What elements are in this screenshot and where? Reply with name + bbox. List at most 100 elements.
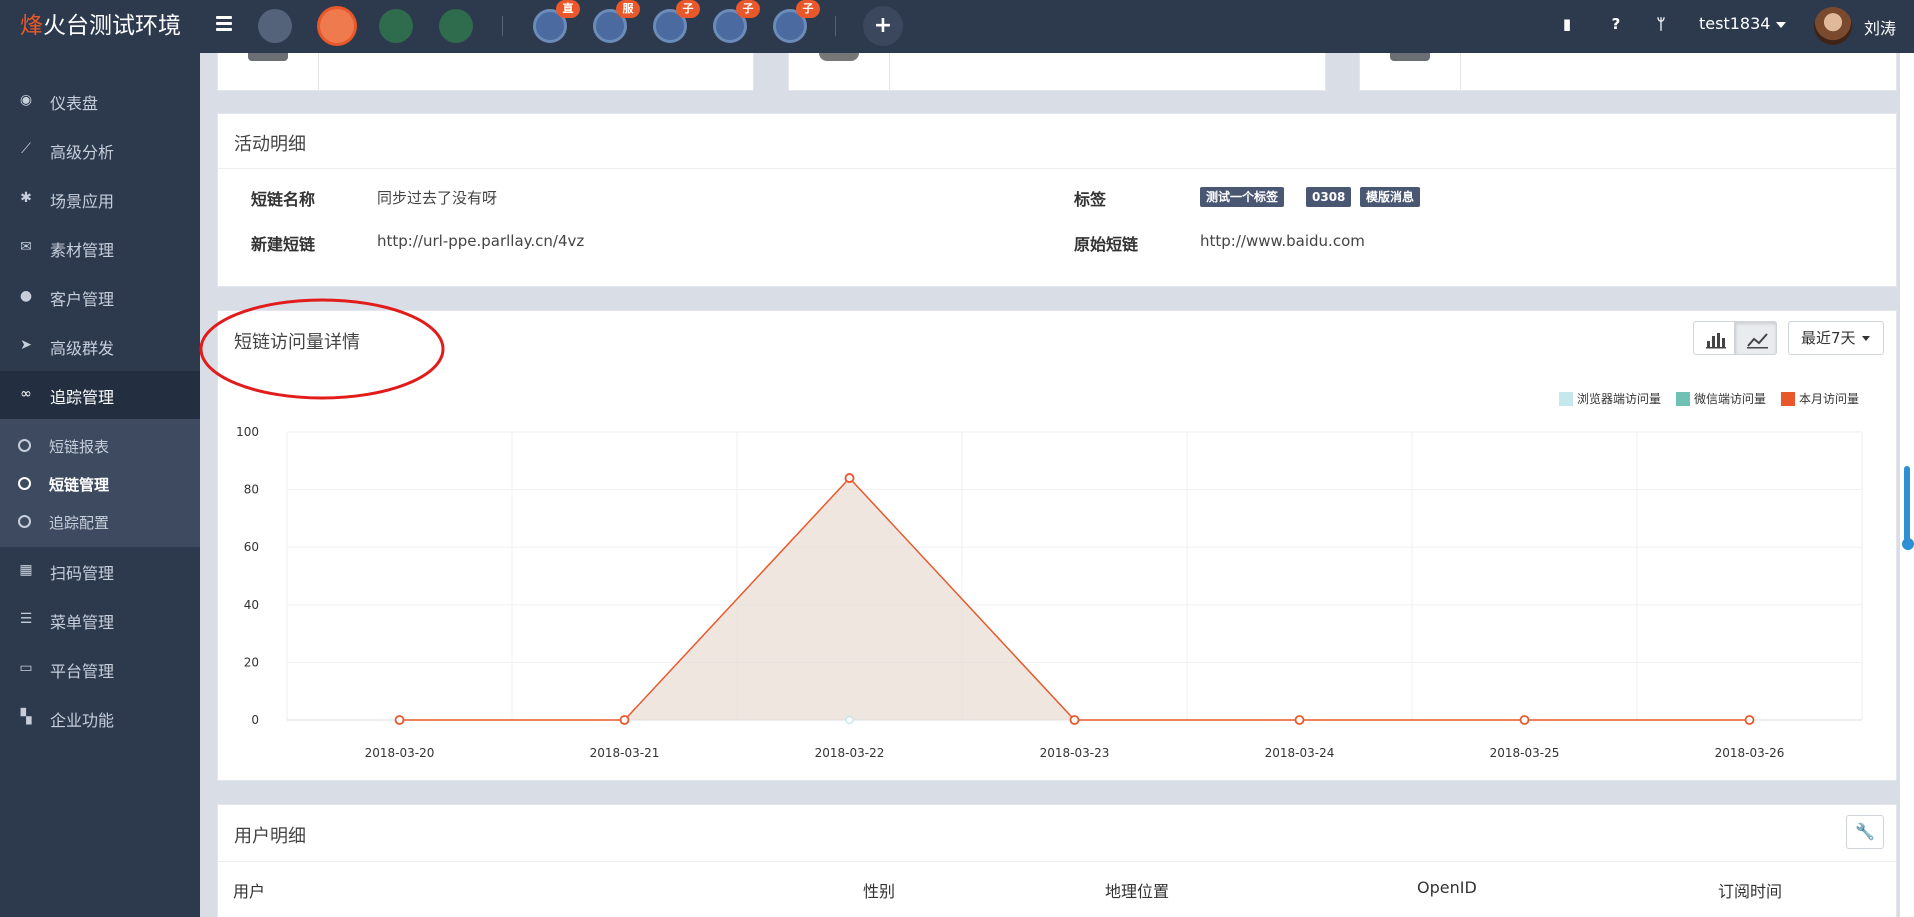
data-point: [844, 473, 855, 483]
users-panel: 用户明细: [217, 804, 1897, 917]
submenu-item-shortlink-manage[interactable]: 短链管理: [0, 465, 200, 503]
y-tick-label: 0: [251, 713, 259, 727]
screen-share-icon[interactable]: [317, 6, 357, 46]
divider: [835, 16, 836, 36]
account-switch-icon[interactable]: 服: [590, 0, 640, 46]
stat-icon: [248, 53, 288, 61]
tag-badge: 测试一个标签: [1200, 187, 1285, 207]
book-icon[interactable]: ▮: [1558, 15, 1576, 35]
x-tick-label: 2018-03-25: [1490, 746, 1560, 760]
user-display-name: 刘涛: [1864, 19, 1897, 38]
line-chart-toggle[interactable]: [1735, 321, 1777, 355]
legend-item[interactable]: 浏览器端访问量: [1559, 390, 1661, 407]
column-header[interactable]: 地理位置: [1105, 878, 1169, 902]
desktop-icon: ▭: [19, 660, 33, 676]
y-tick-label: 100: [236, 425, 259, 439]
sidebar-item-tracking[interactable]: ∞ 追踪管理: [0, 371, 200, 419]
scrollbar-thumb[interactable]: [1904, 466, 1910, 548]
divider: [502, 16, 503, 36]
original-link-label: 原始短链: [1074, 235, 1139, 254]
app-logo[interactable]: 烽火台测试环境: [0, 0, 200, 53]
help-icon[interactable]: ?: [1607, 15, 1625, 35]
y-tick-label: 80: [244, 483, 259, 497]
shortlink-name-value: 同步过去了没有呀: [377, 189, 498, 207]
sidebar-item-materials[interactable]: ✉ 素材管理: [0, 224, 200, 272]
data-point: [845, 715, 854, 725]
y-tick-label: 40: [244, 598, 259, 612]
circle-icon: [18, 477, 31, 490]
data-point: [1069, 715, 1080, 725]
column-header[interactable]: OpenID: [1417, 878, 1477, 897]
account-switch-icon[interactable]: 子: [710, 0, 760, 46]
sidebar-item-scenes[interactable]: ✱ 场景应用: [0, 175, 200, 223]
x-tick-label: 2018-03-26: [1715, 746, 1785, 760]
annotation-ellipse: [199, 298, 445, 400]
legend-item[interactable]: 微信端访问量: [1676, 390, 1766, 407]
bar-chart-toggle[interactable]: [1693, 321, 1735, 355]
sidebar-item-qrcode[interactable]: ▦ 扫码管理: [0, 547, 200, 595]
tags-label: 标签: [1074, 190, 1107, 209]
settings-button[interactable]: 🔧: [1846, 815, 1884, 849]
dashboard-icon: ◉: [19, 92, 33, 108]
branch-icon[interactable]: ᛘ: [1652, 15, 1670, 35]
series-line: [399, 476, 1750, 721]
gear-icon: ✱: [20, 190, 32, 206]
list-icon: ☰: [19, 611, 33, 627]
sidebar-item-enterprise[interactable]: ▚ 企业功能: [0, 694, 200, 742]
date-range-dropdown[interactable]: 最近7天: [1788, 321, 1884, 355]
sidebar-item-dashboard[interactable]: ◉ 仪表盘: [0, 77, 200, 125]
top-bar: 烽火台测试环境 直 服 子 子 子 + ▮ ? ᛘ test1834 刘涛: [0, 0, 1914, 53]
qrcode-icon: ▦: [19, 562, 33, 578]
scrollbar-knob[interactable]: [1902, 538, 1914, 550]
wechat-icon[interactable]: [376, 6, 416, 46]
x-tick-label: 2018-03-23: [1040, 746, 1110, 760]
stat-icon: [819, 53, 859, 61]
sidebar-item-analytics[interactable]: ⟋ 高级分析: [0, 126, 200, 174]
badge: 直: [556, 0, 580, 18]
account-switch-icon[interactable]: 直: [530, 0, 580, 46]
avatar[interactable]: [1814, 7, 1852, 45]
panel-title: 用户明细: [234, 826, 306, 847]
original-link-value[interactable]: http://www.baidu.com: [1200, 232, 1365, 250]
panel-title: 活动明细: [234, 134, 306, 155]
submenu-item-tracking-config[interactable]: 追踪配置: [0, 503, 200, 541]
user-menu[interactable]: test1834: [1699, 14, 1787, 33]
tag-badge: 模版消息: [1360, 187, 1421, 207]
menu-toggle-icon[interactable]: [216, 16, 232, 36]
legend-swatch: [1559, 392, 1573, 406]
stat-card: [788, 53, 1326, 91]
column-header[interactable]: 用户: [233, 878, 265, 902]
account-switch-icon[interactable]: 子: [770, 0, 820, 46]
wechat-icon[interactable]: [436, 6, 476, 46]
sidebar-item-menu[interactable]: ☰ 菜单管理: [0, 596, 200, 644]
account-switch-icon[interactable]: 子: [650, 0, 700, 46]
stat-card: [217, 53, 754, 91]
account-avatar-icon[interactable]: [255, 6, 295, 46]
tracking-submenu: 短链报表 短链管理 追踪配置: [0, 419, 200, 547]
sidebar-item-platform[interactable]: ▭ 平台管理: [0, 645, 200, 693]
badge: 子: [736, 0, 760, 18]
data-point: [1744, 715, 1755, 725]
tag-badge: 0308: [1306, 187, 1352, 207]
sidebar-item-broadcast[interactable]: ➤ 高级群发: [0, 322, 200, 370]
new-shortlink-value[interactable]: http://url-ppe.parllay.cn/4vz: [377, 232, 584, 250]
stat-card: [1359, 53, 1897, 91]
badge: 子: [796, 0, 820, 18]
data-point: [1519, 715, 1530, 725]
legend-item[interactable]: 本月访问量: [1781, 390, 1859, 407]
column-header[interactable]: 性别: [863, 878, 895, 902]
new-shortlink-label: 新建短链: [251, 235, 316, 254]
wrench-icon: 🔧: [1855, 822, 1875, 841]
column-header[interactable]: 订阅时间: [1718, 878, 1782, 902]
shortlink-name-label: 短链名称: [251, 190, 316, 209]
submenu-item-shortlink-report[interactable]: 短链报表: [0, 427, 200, 465]
x-tick-label: 2018-03-24: [1265, 746, 1335, 760]
sidebar-item-customers[interactable]: ● 客户管理: [0, 273, 200, 321]
data-point: [394, 715, 405, 725]
add-account-button[interactable]: +: [863, 6, 903, 46]
x-tick-label: 2018-03-20: [365, 746, 435, 760]
line-chart-icon: [1747, 333, 1768, 349]
link-icon: ∞: [20, 386, 32, 402]
circle-icon: [18, 439, 31, 452]
data-point: [619, 715, 630, 725]
